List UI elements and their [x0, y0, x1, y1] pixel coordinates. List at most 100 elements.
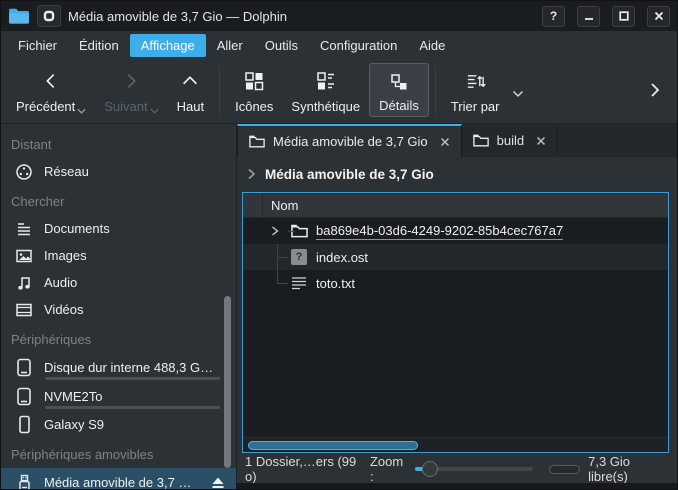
section-chercher: Chercher: [1, 185, 236, 215]
column-name[interactable]: Nom: [263, 193, 298, 217]
chevron-up-icon: [179, 68, 201, 94]
tab-close-button[interactable]: [436, 137, 450, 147]
file-row-index-ost[interactable]: ? index.ost: [243, 244, 668, 270]
eject-icon: [211, 476, 225, 489]
horizontal-scrollbar-thumb[interactable]: [248, 441, 418, 450]
text-file-icon: [289, 276, 309, 290]
close-button[interactable]: [647, 6, 670, 27]
sidebar-item-documents[interactable]: Documents: [1, 215, 236, 242]
minimize-button[interactable]: [577, 6, 600, 27]
help-button[interactable]: ?: [542, 6, 565, 27]
phone-icon: [14, 415, 34, 434]
tree-guide: [277, 283, 288, 284]
maximize-icon: [619, 11, 629, 21]
compact-view-label: Synthétique: [291, 99, 360, 114]
menu-outils[interactable]: Outils: [254, 34, 309, 57]
overflow-chevron-icon: [647, 81, 663, 99]
icons-view-button[interactable]: Icônes: [226, 63, 282, 117]
sidebar-item-label: Vidéos: [44, 302, 84, 317]
sidebar-item-media-amovible[interactable]: Média amovible de 3,7 …: [1, 468, 236, 490]
sidebar-item-galaxy-s9[interactable]: Galaxy S9: [1, 411, 236, 438]
back-dropdown-icon: [77, 108, 86, 114]
sidebar-item-images[interactable]: Images: [1, 242, 236, 269]
window-pin-button[interactable]: [37, 5, 61, 27]
up-button[interactable]: Haut: [168, 63, 213, 117]
file-name[interactable]: ba869e4b-03d6-4249-9202-85b4cec767a7: [316, 223, 563, 240]
details-view-button[interactable]: Détails: [369, 63, 429, 117]
sidebar-item-audio[interactable]: Audio: [1, 269, 236, 296]
hard-drive-icon: [14, 358, 34, 377]
breadcrumb[interactable]: Média amovible de 3,7 Gio: [237, 157, 677, 191]
file-row-toto-txt[interactable]: toto.txt: [243, 270, 668, 296]
menu-aide[interactable]: Aide: [408, 34, 456, 57]
sidebar-item-reseau[interactable]: Réseau: [1, 158, 236, 185]
help-icon: ?: [550, 9, 557, 23]
tree-guide: [277, 270, 278, 283]
sidebar-item-nvme2to[interactable]: NVME2To: [1, 382, 236, 411]
hard-drive-icon: [14, 387, 34, 406]
disk-usage-bar: [45, 406, 220, 409]
videos-icon: [14, 301, 34, 319]
forward-button[interactable]: Suivant: [95, 63, 167, 117]
free-space-bar: [549, 465, 580, 474]
icons-view-icon: [244, 68, 264, 94]
file-name[interactable]: toto.txt: [316, 276, 355, 291]
file-row-folder[interactable]: ba869e4b-03d6-4249-9202-85b4cec767a7: [243, 218, 668, 244]
sidebar-item-disque-interne[interactable]: Disque dur interne 488,3 G…: [1, 353, 236, 382]
titlebar: Média amovible de 3,7 Gio — Dolphin ?: [1, 1, 677, 31]
menu-aller[interactable]: Aller: [206, 34, 254, 57]
tab-label: Média amovible de 3,7 Gio: [273, 134, 428, 149]
chevron-left-icon: [40, 68, 62, 94]
sidebar-item-videos[interactable]: Vidéos: [1, 296, 236, 323]
maximize-button[interactable]: [612, 6, 635, 27]
main-area: Média amovible de 3,7 Gio build: [236, 124, 677, 483]
sidebar-item-label: Documents: [44, 221, 110, 236]
menu-configuration[interactable]: Configuration: [309, 34, 408, 57]
column-header[interactable]: Nom: [243, 193, 668, 218]
zoom-slider[interactable]: [415, 460, 533, 478]
sidebar-item-label: Audio: [44, 275, 77, 290]
zoom-label: Zoom :: [370, 454, 407, 484]
back-button[interactable]: Précédent: [7, 63, 95, 117]
details-view-label: Détails: [379, 98, 419, 113]
menu-fichier[interactable]: Fichier: [7, 34, 68, 57]
sidebar-item-label: Média amovible de 3,7 …: [44, 475, 191, 490]
sort-dropdown-icon[interactable]: [512, 90, 524, 98]
audio-icon: [14, 274, 34, 292]
details-view-icon: [389, 69, 409, 95]
sidebar-scrollbar[interactable]: [224, 296, 231, 468]
eject-button[interactable]: [209, 473, 227, 490]
documents-icon: [14, 220, 34, 238]
tree-guide: [288, 231, 295, 232]
file-name[interactable]: index.ost: [316, 250, 368, 265]
sort-by-button[interactable]: Trier par: [442, 63, 509, 117]
tab-media-amovible[interactable]: Média amovible de 3,7 Gio: [237, 124, 462, 157]
close-icon: [536, 136, 546, 146]
disk-usage-bar: [45, 377, 220, 380]
compact-view-button[interactable]: Synthétique: [282, 63, 369, 117]
chevron-right-icon: [120, 68, 142, 94]
tab-label: build: [497, 133, 524, 148]
toolbar-overflow-button[interactable]: [641, 81, 669, 99]
compact-view-icon: [316, 68, 336, 94]
breadcrumb-location[interactable]: Média amovible de 3,7 Gio: [265, 167, 434, 182]
view-empty-area[interactable]: [243, 296, 668, 437]
tab-close-button[interactable]: [532, 136, 546, 146]
horizontal-scrollbar[interactable]: [243, 437, 668, 452]
tab-build[interactable]: build: [462, 124, 558, 157]
file-view: Nom ba869e4b-03d6-4249-9202-85b4cec767a7: [242, 192, 669, 453]
sidebar-item-label: Images: [44, 248, 87, 263]
tree-guide: [277, 257, 288, 258]
expand-chevron-icon[interactable]: [271, 226, 285, 236]
free-space-label: 7,3 Gio libre(s): [588, 454, 667, 484]
menu-affichage[interactable]: Affichage: [130, 34, 206, 57]
icons-view-label: Icônes: [235, 99, 273, 114]
sort-by-label: Trier par: [451, 99, 500, 114]
toolbar-separator: [219, 66, 220, 114]
usb-stick-icon: [14, 474, 34, 490]
app-folder-icon: [8, 7, 30, 25]
menu-edition[interactable]: Édition: [68, 34, 130, 57]
zoom-slider-handle[interactable]: [422, 461, 438, 477]
folder-icon: [473, 134, 489, 147]
up-label: Haut: [177, 99, 204, 114]
